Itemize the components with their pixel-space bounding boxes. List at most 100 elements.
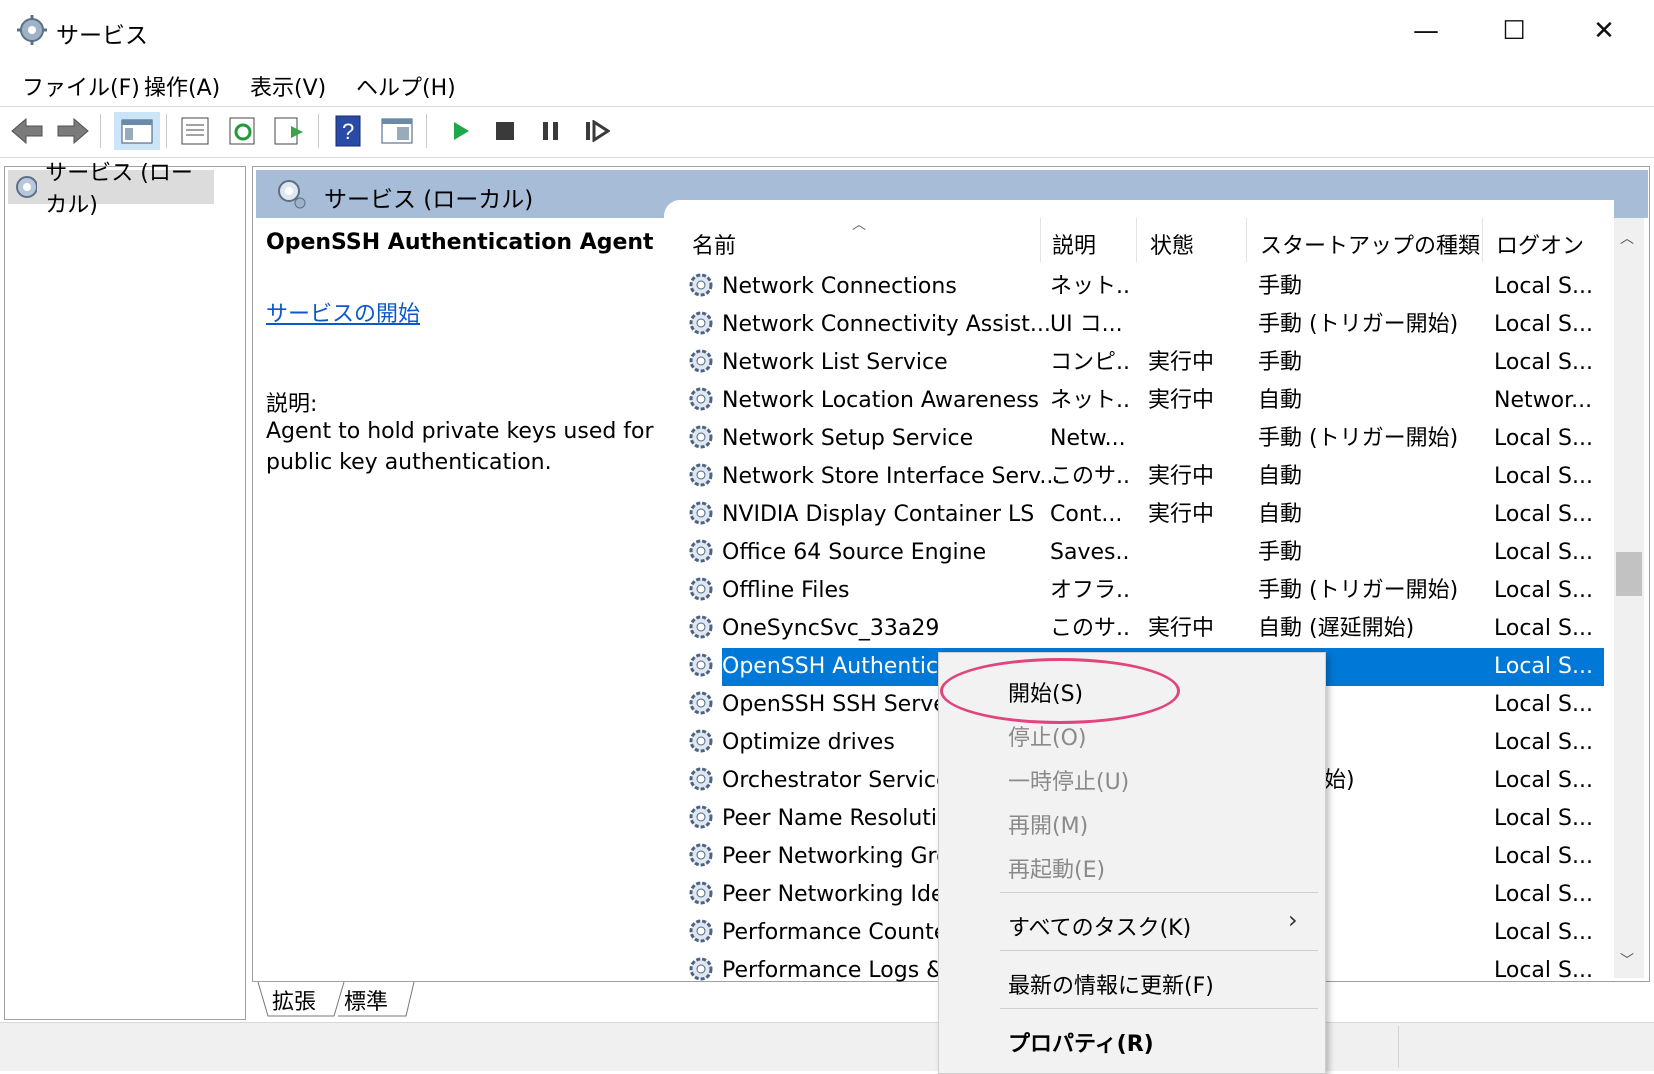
cell-status: 実行中 <box>1148 616 1215 641</box>
cell-logon: Local S... <box>1494 768 1593 793</box>
cell-status <box>1148 420 1238 458</box>
column-header-description[interactable]: 説明 <box>1052 228 1096 260</box>
console-tree-pane <box>4 166 246 1020</box>
window-title: サービス <box>56 23 148 49</box>
tab-standard[interactable]: 標準 <box>344 984 388 1016</box>
service-gear-icon <box>689 653 713 677</box>
close-button[interactable]: ✕ <box>1558 0 1650 62</box>
service-gear-icon <box>689 767 713 791</box>
menu-item-pause[interactable]: 一時停止(U) <box>1008 764 1129 796</box>
column-divider[interactable] <box>1136 218 1137 262</box>
menu-help[interactable]: ヘルプ(H) <box>356 70 456 102</box>
service-gear-icon <box>689 463 713 487</box>
cell-status: 実行中 <box>1148 350 1215 375</box>
vertical-scrollbar[interactable] <box>1614 218 1644 978</box>
service-gear-icon <box>689 881 713 905</box>
cell-desc: ネット... <box>1050 388 1130 413</box>
forward-icon[interactable] <box>56 112 90 150</box>
service-gear-icon <box>689 805 713 829</box>
cell-logon: Networ... <box>1494 388 1593 413</box>
service-gear-icon <box>689 577 713 601</box>
maximize-button[interactable]: ☐ <box>1468 0 1560 62</box>
service-gear-icon <box>689 729 713 753</box>
cell-logon: Local S... <box>1494 274 1593 299</box>
menu-file[interactable]: ファイル(F) <box>22 70 140 102</box>
column-divider[interactable] <box>1246 218 1247 262</box>
menu-separator <box>1000 892 1318 893</box>
tab-extended[interactable]: 拡張 <box>272 984 316 1016</box>
column-header-name[interactable]: 名前 <box>692 228 736 260</box>
cell-logon: Local S... <box>1494 844 1593 869</box>
column-header-status[interactable]: 状態 <box>1150 228 1194 260</box>
back-icon[interactable] <box>10 112 44 150</box>
cell-status: 実行中 <box>1148 388 1215 413</box>
service-gear-icon <box>689 273 713 297</box>
menu-view[interactable]: 表示(V) <box>250 70 326 102</box>
service-gear-icon <box>689 349 713 373</box>
column-divider[interactable] <box>1040 218 1041 262</box>
cell-status <box>1148 572 1238 610</box>
cell-status <box>1148 306 1238 344</box>
cell-desc: Cont... <box>1050 502 1123 527</box>
start-service-link[interactable]: サービスの開始 <box>266 296 420 328</box>
service-gear-icon <box>689 919 713 943</box>
resume-icon[interactable] <box>580 112 614 150</box>
menu-item-restart[interactable]: 再起動(E) <box>1008 852 1105 884</box>
services-gear-icon <box>278 180 306 209</box>
list-area-top <box>664 200 1614 218</box>
cell-name: Network Store Interface Serv... <box>722 464 1061 489</box>
column-header-logon[interactable]: ログオン <box>1496 228 1584 260</box>
cell-logon: Local S... <box>1494 692 1593 717</box>
export-list-icon[interactable] <box>272 112 306 150</box>
menu-item-properties[interactable]: プロパティ(R) <box>1008 1026 1154 1058</box>
cell-startup: 手動 <box>1258 350 1303 375</box>
menu-item-stop[interactable]: 停止(O) <box>1008 720 1086 752</box>
menu-item-all-tasks[interactable]: すべてのタスク(K) <box>1008 910 1191 942</box>
cell-desc: このサ... <box>1050 616 1130 641</box>
refresh-icon[interactable] <box>226 112 260 150</box>
scrollbar-thumb[interactable] <box>1616 552 1642 596</box>
properties-icon[interactable] <box>178 112 212 150</box>
cell-name: Office 64 Source Engine <box>722 540 987 565</box>
description-text: Agent to hold private keys used for publ… <box>266 419 654 475</box>
services-gear-icon <box>16 176 38 198</box>
cell-startup: 自動 (遅延開始) <box>1258 616 1415 641</box>
sort-ascending-icon: ︿ <box>852 217 866 233</box>
cell-desc: このサ... <box>1050 464 1130 489</box>
cell-name: Network Connectivity Assist... <box>722 312 1051 337</box>
tree-item-services-local[interactable]: サービス (ローカル) <box>8 161 214 218</box>
menu-separator <box>1000 1008 1318 1009</box>
cell-logon: Local S... <box>1494 464 1593 489</box>
cell-logon: Local S... <box>1494 578 1593 603</box>
cell-name: Network List Service <box>722 350 948 375</box>
scroll-down-icon[interactable]: ﹀ <box>1620 950 1634 970</box>
column-header-startup-type[interactable]: スタートアップの種類 <box>1260 228 1480 260</box>
pane-title: サービス (ローカル) <box>324 187 534 213</box>
pause-icon[interactable] <box>534 112 568 150</box>
service-gear-icon <box>689 311 713 335</box>
cell-logon: Local S... <box>1494 806 1593 831</box>
menu-item-resume[interactable]: 再開(M) <box>1008 808 1088 840</box>
cell-status: 実行中 <box>1148 502 1215 527</box>
cell-logon: Local S... <box>1494 882 1593 907</box>
tree-item-label: サービス (ローカル) <box>45 161 193 218</box>
toolbar-separator <box>166 114 167 148</box>
menu-item-refresh[interactable]: 最新の情報に更新(F) <box>1008 968 1214 1000</box>
help-icon[interactable]: ? <box>332 112 366 150</box>
play-icon[interactable] <box>444 112 478 150</box>
scroll-up-icon[interactable]: ︿ <box>1620 228 1634 248</box>
toolbar-separator <box>318 114 319 148</box>
column-divider[interactable] <box>1482 218 1483 262</box>
show-hide-tree-icon[interactable] <box>114 112 160 150</box>
cell-logon: Local S... <box>1494 350 1593 375</box>
cell-desc: オフラ... <box>1050 578 1130 603</box>
minimize-button[interactable]: — <box>1380 0 1472 62</box>
stop-icon[interactable] <box>488 112 522 150</box>
view-icon[interactable] <box>380 112 414 150</box>
services-gear-icon <box>17 15 47 45</box>
menu-action[interactable]: 操作(A) <box>144 70 220 102</box>
cell-logon: Local S... <box>1494 426 1593 451</box>
cell-name: NVIDIA Display Container LS <box>722 502 1035 527</box>
cell-name: OneSyncSvc_33a29 <box>722 616 940 641</box>
cell-name: Offline Files <box>722 578 850 603</box>
